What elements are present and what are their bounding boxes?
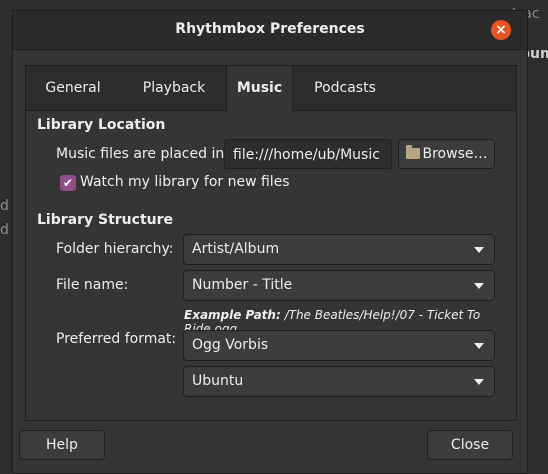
preferences-dialog: Rhythmbox Preferences × General Playback… bbox=[12, 10, 528, 474]
background-text-left-1: d bbox=[0, 198, 9, 214]
chevron-down-icon bbox=[474, 283, 484, 289]
tab-general[interactable]: General bbox=[26, 66, 120, 111]
format-profile-combo[interactable]: Ubuntu bbox=[183, 366, 495, 397]
close-button[interactable]: Close bbox=[427, 430, 513, 460]
dialog-title: Rhythmbox Preferences bbox=[175, 21, 365, 37]
folder-hierarchy-label: Folder hierarchy: bbox=[56, 241, 174, 257]
folder-icon bbox=[405, 145, 420, 159]
preferred-format-value: Ogg Vorbis bbox=[192, 337, 269, 353]
close-icon: × bbox=[495, 22, 507, 38]
chevron-down-icon bbox=[474, 379, 484, 385]
folder-hierarchy-value: Artist/Album bbox=[192, 241, 280, 257]
file-name-label: File name: bbox=[56, 277, 129, 293]
file-name-value: Number - Title bbox=[192, 277, 293, 293]
music-location-label: Music files are placed in: bbox=[56, 146, 229, 162]
tab-playback[interactable]: Playback bbox=[120, 66, 228, 111]
chevron-down-icon bbox=[474, 343, 484, 349]
format-profile-value: Ubuntu bbox=[192, 373, 244, 389]
library-structure-heading: Library Structure bbox=[37, 212, 174, 228]
tab-podcasts[interactable]: Podcasts bbox=[293, 66, 397, 111]
folder-hierarchy-combo[interactable]: Artist/Album bbox=[183, 234, 495, 265]
preferred-format-label: Preferred format: bbox=[56, 331, 177, 347]
music-location-field[interactable]: file:///home/ub/Music bbox=[224, 139, 392, 169]
watch-library-label[interactable]: Watch my library for new files bbox=[80, 174, 290, 190]
file-name-combo[interactable]: Number - Title bbox=[183, 270, 495, 301]
library-location-heading: Library Location bbox=[37, 117, 166, 133]
browse-button[interactable]: Browse… bbox=[398, 139, 495, 169]
watch-library-checkbox[interactable]: ✔ bbox=[60, 175, 76, 191]
checkmark-icon: ✔ bbox=[62, 176, 74, 190]
chevron-down-icon bbox=[474, 247, 484, 253]
background-text-left-2: d bbox=[0, 222, 9, 238]
preferred-format-combo[interactable]: Ogg Vorbis bbox=[183, 330, 495, 361]
title-bar: Rhythmbox Preferences × bbox=[13, 11, 527, 50]
window-close-button[interactable]: × bbox=[491, 20, 511, 40]
tab-music[interactable]: Music bbox=[226, 66, 293, 112]
example-path-prefix: Example Path: bbox=[184, 308, 281, 322]
browse-label: Browse… bbox=[422, 146, 488, 162]
tab-bar: General Playback Music Podcasts bbox=[26, 66, 516, 112]
help-button[interactable]: Help bbox=[19, 430, 105, 460]
